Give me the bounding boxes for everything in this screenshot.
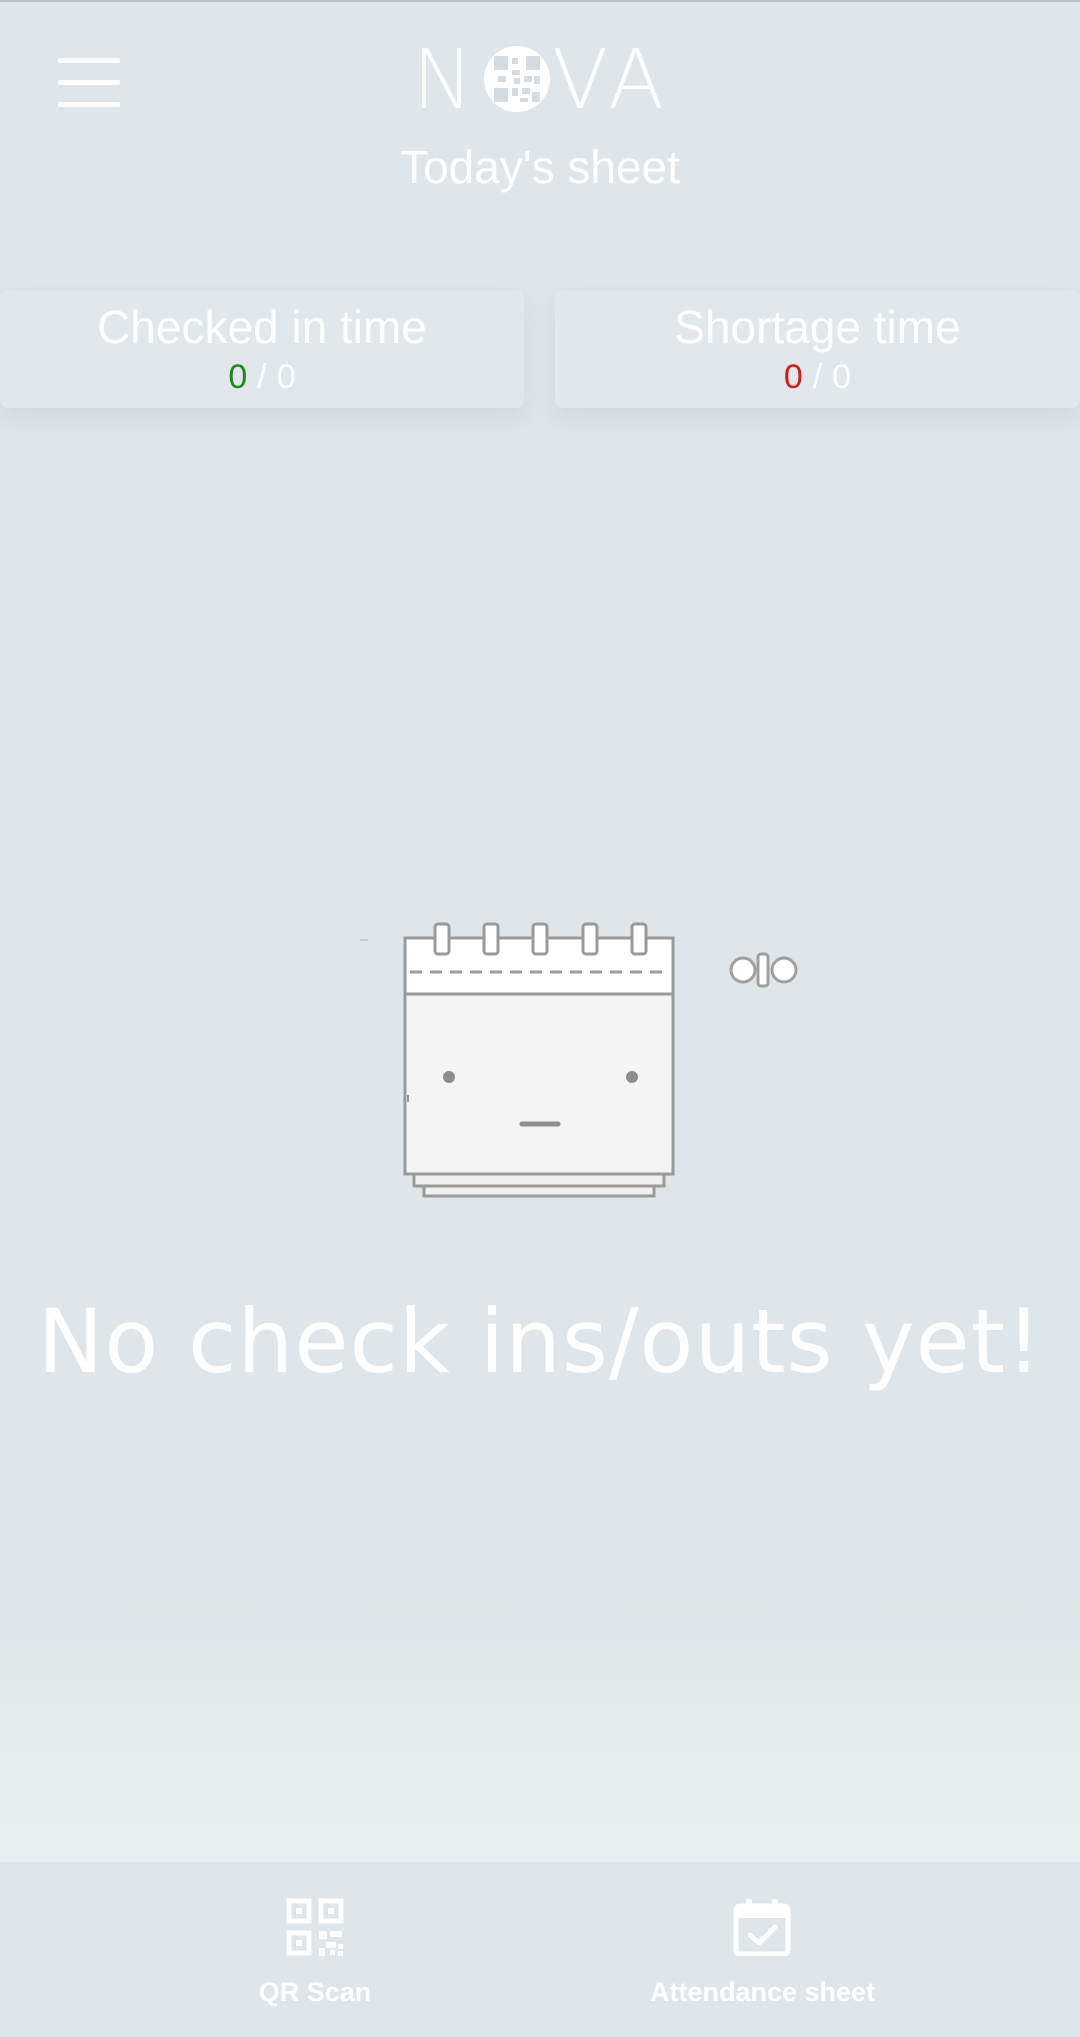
shortage-time-values: 0/0 — [555, 358, 1080, 397]
checked-in-separator: / — [257, 358, 267, 396]
logo-qr-icon — [484, 46, 550, 112]
nav-qr-scan-label: QR Scan — [258, 1977, 372, 2007]
nav-attendance-sheet[interactable]: Attendance sheet — [540, 1862, 1080, 2037]
bottom-navigation: QR Scan Attendance sheet — [0, 1862, 1080, 2037]
empty-calendar-illustration — [350, 880, 810, 1220]
calendar-check-icon — [733, 1898, 791, 1957]
checked-in-total-value: 0 — [276, 358, 296, 396]
page-title: Today's sheet — [400, 141, 680, 193]
shortage-current-value: 0 — [783, 358, 803, 396]
checked-in-time-values: 0/0 — [0, 358, 524, 397]
qr-code-icon — [286, 1898, 344, 1956]
nav-qr-scan[interactable]: QR Scan — [0, 1862, 540, 2037]
shortage-time-card: Shortage time 0/0 — [555, 290, 1080, 408]
nova-logo: N V A — [412, 40, 668, 122]
hamburger-menu-icon[interactable] — [58, 58, 122, 108]
checked-in-time-card: Checked in time 0/0 — [0, 290, 524, 408]
shortage-total-value: 0 — [832, 358, 852, 396]
empty-state-message: No check ins/outs yet! — [37, 1290, 1043, 1393]
shortage-time-label: Shortage time — [674, 301, 961, 353]
checked-in-current-value: 0 — [228, 358, 248, 396]
bottom-fade — [0, 1600, 1080, 1862]
checked-in-time-label: Checked in time — [97, 301, 427, 353]
shortage-separator: / — [812, 358, 823, 396]
app-header: N V A Today's sheet — [0, 2, 1080, 262]
nav-attendance-sheet-label: Attendance sheet — [649, 1977, 876, 2007]
